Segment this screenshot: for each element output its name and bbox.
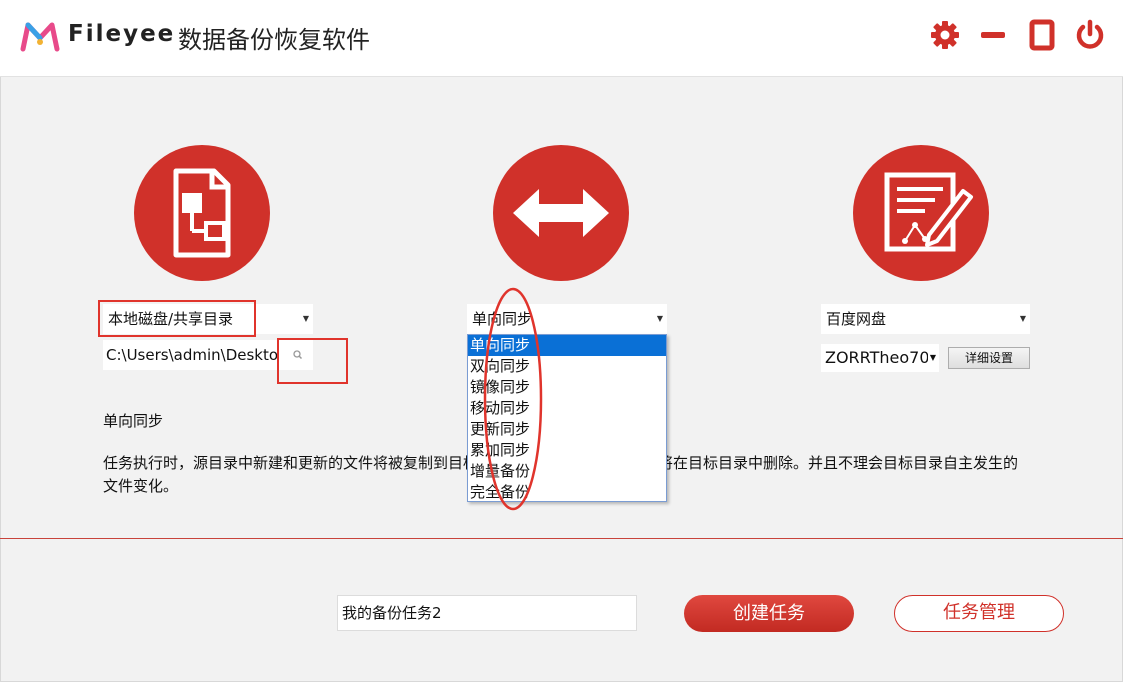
target-account-select[interactable]: ZORRTheo70 ▼	[821, 344, 939, 372]
edit-document-icon	[884, 172, 973, 252]
target-type-select[interactable]: 百度网盘 ▼	[821, 304, 1030, 334]
sync-mode-option[interactable]: 镜像同步	[468, 377, 666, 398]
document-structure-icon	[173, 168, 231, 258]
detail-settings-button[interactable]: 详细设置	[948, 347, 1030, 369]
sync-mode-option[interactable]: 完全备份	[468, 482, 666, 503]
sync-mode-option[interactable]: 移动同步	[468, 398, 666, 419]
sync-mode-option[interactable]: 更新同步	[468, 419, 666, 440]
sync-circle[interactable]	[493, 145, 629, 281]
create-task-button[interactable]: 创建任务	[684, 595, 854, 632]
app-title: 数据备份恢复软件	[178, 26, 370, 54]
power-icon[interactable]	[1073, 18, 1107, 52]
target-circle[interactable]	[853, 145, 989, 281]
chevron-down-icon: ▼	[656, 314, 663, 323]
sync-mode-option[interactable]: 双向同步	[468, 356, 666, 377]
sync-mode-select[interactable]: 单向同步 ▼	[467, 304, 667, 334]
gear-icon[interactable]	[928, 18, 962, 52]
sync-mode-value: 单向同步	[472, 310, 533, 328]
task-manager-button[interactable]: 任务管理	[894, 595, 1064, 632]
minimize-icon[interactable]	[976, 18, 1010, 52]
chevron-down-icon: ▼	[927, 344, 936, 372]
search-icon[interactable]	[282, 340, 312, 370]
sync-mode-dropdown: 单向同步 双向同步 镜像同步 移动同步 更新同步 累加同步 增量备份 完全备份	[467, 334, 667, 502]
source-type-select[interactable]: 本地磁盘/共享目录 ▼	[103, 304, 313, 334]
source-type-value: 本地磁盘/共享目录	[108, 310, 234, 328]
task-name-input[interactable]: 我的备份任务2	[337, 595, 637, 631]
brand-name: Fileyee	[68, 21, 176, 47]
source-circle[interactable]	[134, 145, 270, 281]
fileyee-logo-icon	[20, 20, 60, 52]
sync-mode-option[interactable]: 增量备份	[468, 461, 666, 482]
mode-description-title: 单向同步	[103, 412, 164, 430]
target-account-value: ZORRTheo70	[825, 348, 930, 367]
maximize-icon[interactable]	[1025, 18, 1059, 52]
target-type-value: 百度网盘	[826, 310, 887, 328]
divider	[0, 538, 1123, 539]
chevron-down-icon: ▼	[302, 314, 309, 323]
chevron-down-icon: ▼	[1019, 314, 1026, 323]
title-bar: Fileyee 数据备份恢复软件	[0, 0, 1123, 77]
sync-mode-option[interactable]: 单向同步	[468, 335, 666, 356]
double-arrow-icon	[513, 189, 609, 237]
sync-mode-option[interactable]: 累加同步	[468, 440, 666, 461]
